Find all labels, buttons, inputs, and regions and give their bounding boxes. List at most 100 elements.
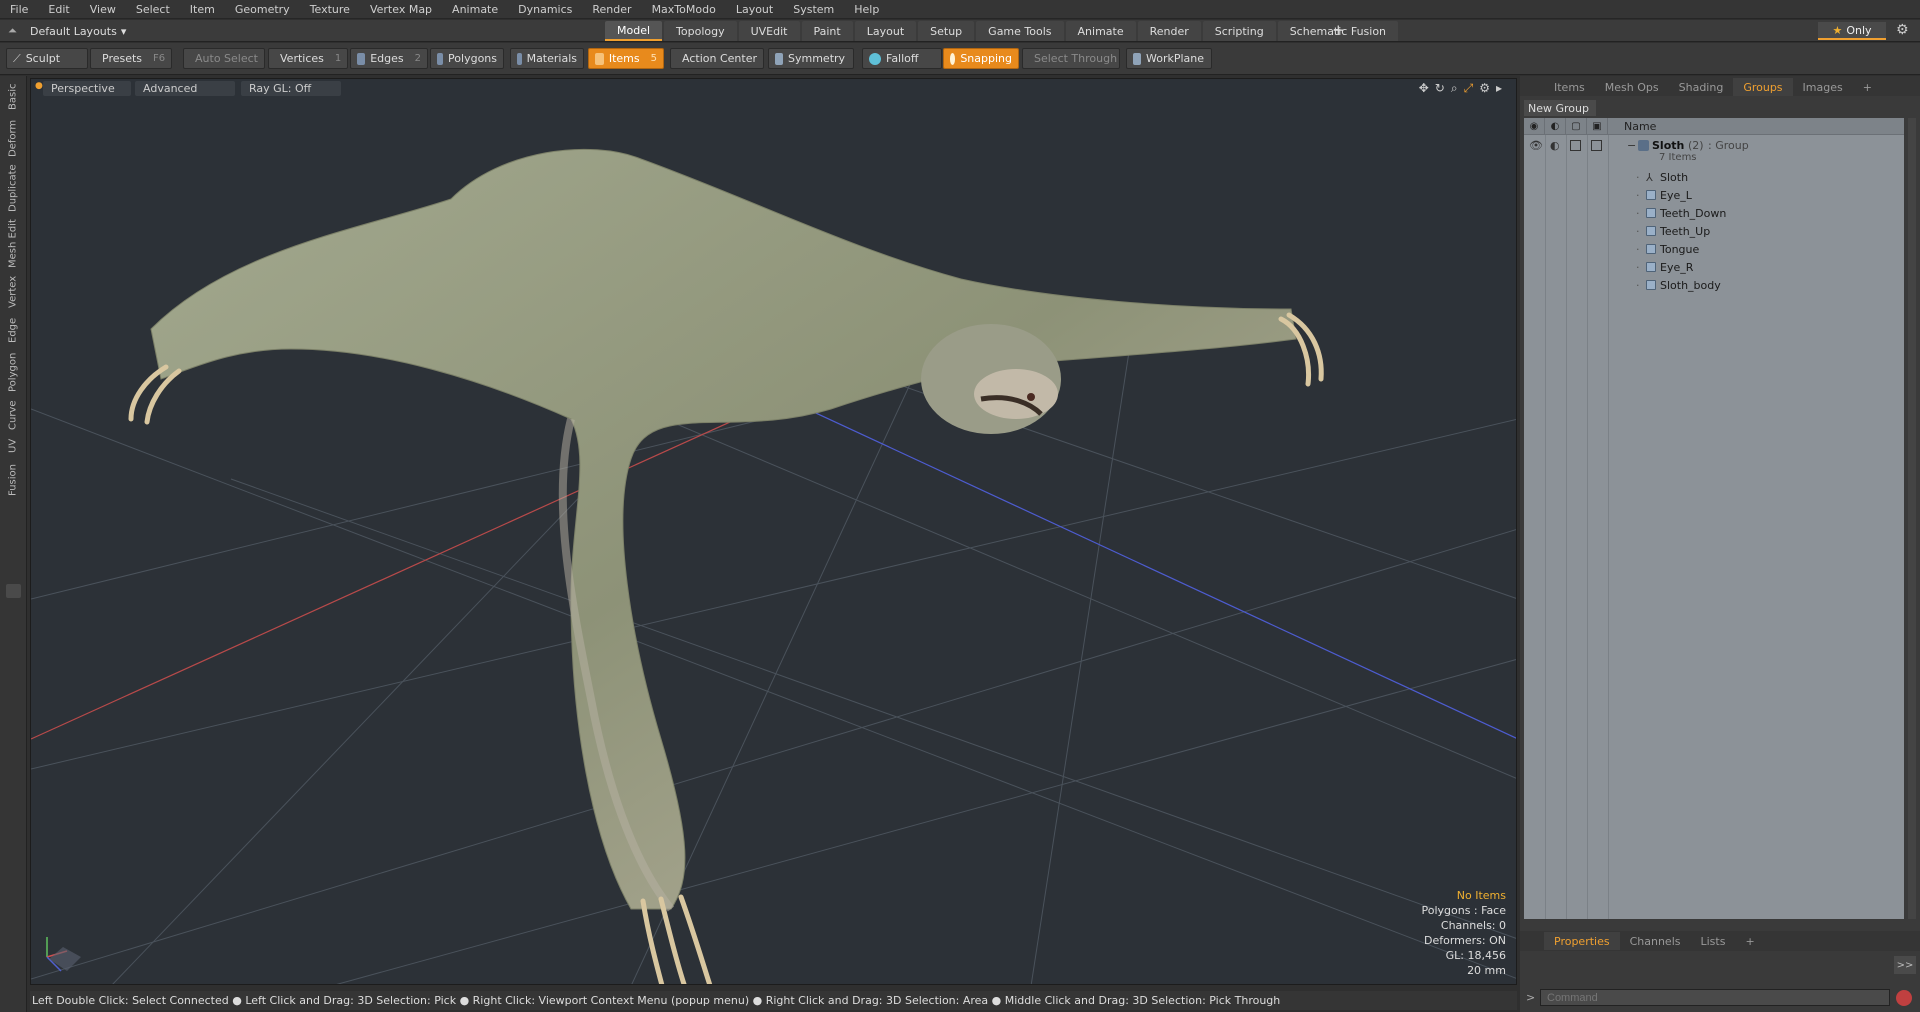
vtab-deform[interactable]: Deform: [4, 118, 22, 158]
viewport-menu-icon[interactable]: ●: [35, 81, 43, 91]
tab-model[interactable]: Model: [605, 21, 663, 41]
expand-button[interactable]: >>: [1894, 956, 1916, 974]
menu-select[interactable]: Select: [126, 0, 180, 19]
symmetry-button[interactable]: Symmetry: [768, 48, 854, 69]
vtab-curve[interactable]: Curve: [4, 398, 22, 432]
add-bottom-tab-button[interactable]: +: [1735, 932, 1764, 950]
advanced-button[interactable]: Advanced: [135, 81, 235, 96]
tree-row-item[interactable]: · Eye_L: [1524, 186, 1904, 204]
tab-shading[interactable]: Shading: [1669, 78, 1734, 96]
command-history-icon[interactable]: [1896, 990, 1912, 1006]
perspective-button[interactable]: Perspective: [43, 81, 131, 96]
collapse-icon[interactable]: ⏶: [8, 24, 17, 38]
only-button[interactable]: ★ Only: [1818, 22, 1886, 40]
vtab-polygon[interactable]: Polygon: [4, 350, 22, 394]
z-axis-line: [720, 368, 1516, 739]
add-panel-tab-button[interactable]: +: [1853, 78, 1882, 96]
tab-game-tools[interactable]: Game Tools: [976, 21, 1064, 41]
new-group-button[interactable]: New Group: [1524, 100, 1596, 116]
tab-channels[interactable]: Channels: [1620, 932, 1691, 950]
tab-animate[interactable]: Animate: [1065, 21, 1136, 41]
tree-row-item[interactable]: · Sloth_body: [1524, 276, 1904, 294]
tree-row-item[interactable]: · Tongue: [1524, 240, 1904, 258]
rotate-icon[interactable]: ↻: [1435, 81, 1445, 96]
tab-uvedit[interactable]: UVEdit: [738, 21, 800, 41]
add-tab-button[interactable]: +: [1332, 21, 1345, 39]
tree-scrollbar[interactable]: [1908, 118, 1916, 919]
play-icon[interactable]: ▸: [1496, 81, 1502, 96]
menu-texture[interactable]: Texture: [300, 0, 360, 19]
tab-groups[interactable]: Groups: [1733, 78, 1793, 96]
tab-topology[interactable]: Topology: [664, 21, 737, 41]
menu-item[interactable]: Item: [180, 0, 225, 19]
select-column-icon[interactable]: ▣: [1587, 117, 1608, 135]
vtab-edge[interactable]: Edge: [4, 314, 22, 346]
lock-checkbox[interactable]: [1570, 139, 1581, 151]
tab-layout[interactable]: Layout: [854, 21, 917, 41]
tab-lists[interactable]: Lists: [1691, 932, 1736, 950]
polygons-button[interactable]: Polygons: [430, 48, 504, 69]
command-input[interactable]: [1540, 989, 1890, 1006]
menu-animate[interactable]: Animate: [442, 0, 508, 19]
vtab-basic[interactable]: Basic: [4, 80, 22, 114]
tab-setup[interactable]: Setup: [918, 21, 975, 41]
items-button[interactable]: Items 5: [588, 48, 664, 69]
action-center-button[interactable]: Action Center: [670, 48, 764, 69]
vtab-uv[interactable]: UV: [4, 436, 22, 456]
tab-mesh-ops[interactable]: Mesh Ops: [1595, 78, 1669, 96]
snapping-button[interactable]: Snapping: [943, 48, 1019, 69]
tree-row-item[interactable]: · Teeth_Up: [1524, 222, 1904, 240]
tree-row-item[interactable]: · Eye_R: [1524, 258, 1904, 276]
mesh-icon: [1646, 208, 1656, 218]
sculpt-button[interactable]: ⟋ Sculpt: [6, 48, 88, 69]
tab-paint[interactable]: Paint: [801, 21, 853, 41]
select-checkbox[interactable]: [1591, 139, 1602, 151]
menu-system[interactable]: System: [783, 0, 844, 19]
vertices-button[interactable]: Vertices 1: [268, 48, 348, 69]
tab-render[interactable]: Render: [1137, 21, 1201, 41]
tree-row-item[interactable]: · Teeth_Down: [1524, 204, 1904, 222]
tab-scripting[interactable]: Scripting: [1202, 21, 1276, 41]
visibility-column-icon[interactable]: ◉: [1524, 117, 1545, 135]
menu-maxtomodo[interactable]: MaxToModo: [642, 0, 726, 19]
sloth-model[interactable]: [150, 148, 1297, 912]
tab-images[interactable]: Images: [1793, 78, 1853, 96]
presets-button[interactable]: Presets F6: [90, 48, 172, 69]
panel-toggle-button[interactable]: [6, 584, 21, 598]
menu-view[interactable]: View: [80, 0, 126, 19]
vtab-mesh-edit[interactable]: Mesh Edit: [4, 218, 22, 270]
menu-help[interactable]: Help: [844, 0, 889, 19]
tree-row-item[interactable]: · ⅄ Sloth: [1524, 168, 1904, 186]
raygl-button[interactable]: Ray GL: Off: [241, 81, 341, 96]
menu-vertex-map[interactable]: Vertex Map: [360, 0, 442, 19]
vtab-fusion[interactable]: Fusion: [4, 460, 22, 500]
lock-column-icon[interactable]: ▢: [1566, 117, 1587, 135]
layout-selector[interactable]: Default Layouts ▾: [30, 23, 126, 39]
viewport-settings-icon[interactable]: ⚙: [1479, 81, 1490, 96]
menu-dynamics[interactable]: Dynamics: [508, 0, 582, 19]
falloff-icon: [869, 52, 881, 65]
materials-button[interactable]: Materials: [510, 48, 584, 69]
select-through-button[interactable]: Select Through: [1022, 48, 1120, 69]
menu-render[interactable]: Render: [582, 0, 641, 19]
menu-file[interactable]: File: [0, 0, 38, 19]
vtab-vertex[interactable]: Vertex: [4, 274, 22, 310]
workplane-button[interactable]: WorkPlane: [1126, 48, 1212, 69]
vtab-duplicate[interactable]: Duplicate: [4, 162, 22, 214]
zoom-icon[interactable]: ⌕: [1451, 81, 1458, 96]
deformers-info: Deformers: ON: [1424, 934, 1506, 947]
3d-viewport[interactable]: ● Perspective Advanced Ray GL: Off ✥ ↻ ⌕…: [30, 78, 1517, 985]
render-column-icon[interactable]: ◐: [1545, 117, 1566, 135]
pan-icon[interactable]: ✥: [1419, 81, 1429, 96]
tab-properties[interactable]: Properties: [1544, 932, 1620, 950]
menu-geometry[interactable]: Geometry: [225, 0, 300, 19]
auto-select-button[interactable]: Auto Select: [183, 48, 265, 69]
menu-layout[interactable]: Layout: [726, 0, 783, 19]
menu-edit[interactable]: Edit: [38, 0, 79, 19]
maximize-icon[interactable]: ⤢: [1464, 81, 1474, 96]
locator-icon: ⅄: [1646, 170, 1653, 184]
falloff-button[interactable]: Falloff: [862, 48, 942, 69]
tab-items[interactable]: Items: [1544, 78, 1595, 96]
gear-icon[interactable]: ⚙: [1896, 22, 1909, 38]
edges-button[interactable]: Edges 2: [350, 48, 428, 69]
